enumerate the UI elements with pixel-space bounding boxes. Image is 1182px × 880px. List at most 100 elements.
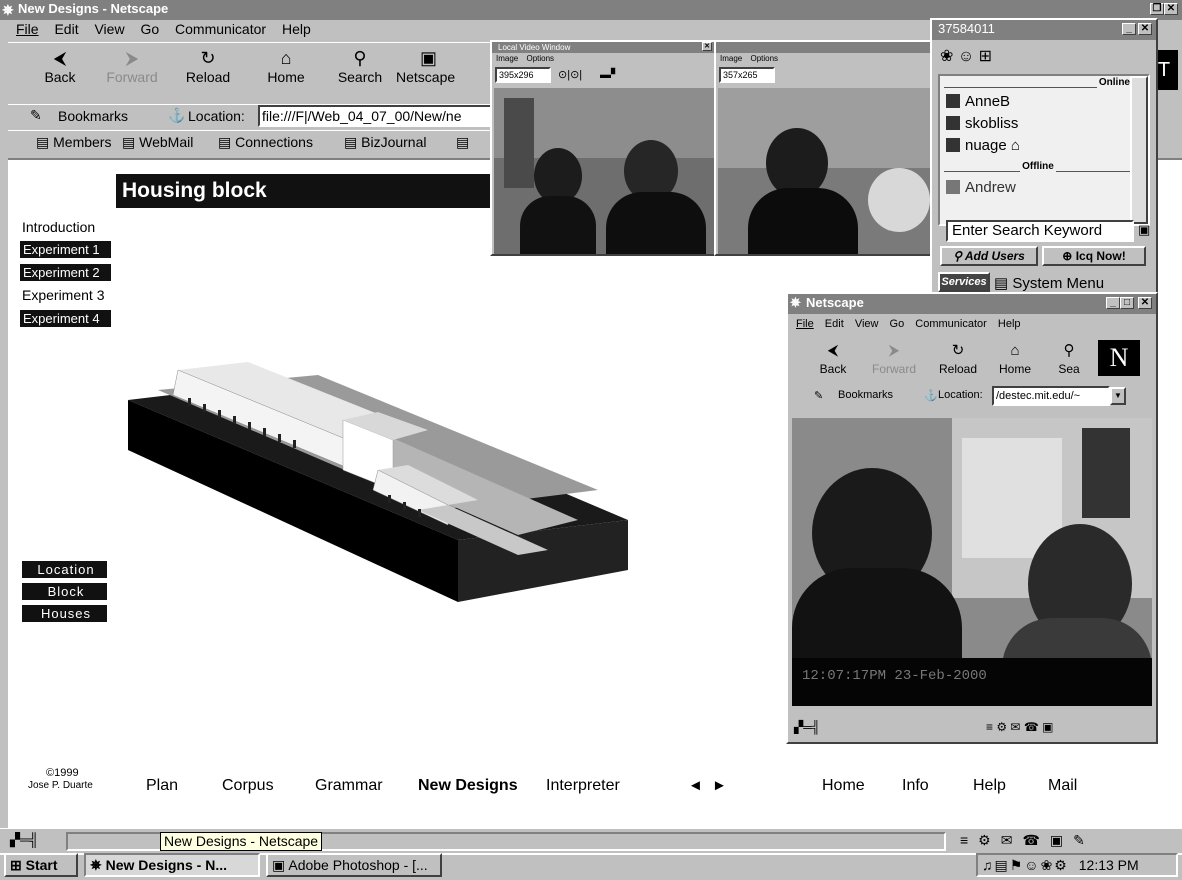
main-close-button[interactable]: ✕	[1164, 3, 1178, 15]
reload-icon: ↻	[200, 48, 216, 68]
main-restore-button[interactable]: ❐	[1150, 3, 1164, 15]
menu-edit[interactable]: Edit	[54, 21, 78, 37]
icq-network-icon[interactable]: ⊞	[979, 48, 992, 65]
icq-contact-andrew[interactable]: Andrew	[946, 178, 1016, 198]
icq-system-menu-button[interactable]: ▤ System Menu	[994, 274, 1104, 292]
home-icon: ⌂	[1010, 342, 1020, 359]
icq-add-users-button[interactable]: ⚲ Add Users	[940, 246, 1038, 266]
menu-communicator[interactable]: Communicator	[175, 21, 266, 37]
second-menu-go[interactable]: Go	[890, 318, 905, 330]
taskbar-item-photoshop[interactable]: ▣ Adobe Photoshop - [...	[266, 853, 442, 877]
sidebar-experiment-3[interactable]: Experiment 3	[22, 287, 104, 303]
more-link-icon[interactable]: ▤	[456, 134, 469, 151]
nav-new-designs[interactable]: New Designs	[418, 777, 518, 795]
members-link[interactable]: ▤ Members	[36, 134, 111, 151]
second-location-input[interactable]: /destec.mit.edu/~	[992, 386, 1110, 406]
sidebar-experiment-1[interactable]: Experiment 1	[20, 241, 111, 258]
search-label: Search	[337, 69, 383, 85]
video-close-button[interactable]: ✕	[702, 42, 712, 51]
netscape-button[interactable]: ▣ Netscape	[396, 49, 482, 85]
second-menu-view[interactable]: View	[855, 318, 879, 330]
icq-flower-icon[interactable]: ❀	[940, 48, 953, 65]
nav-info[interactable]: Info	[902, 777, 929, 795]
bookmarks-icon: ✎	[30, 107, 42, 123]
second-maximize-button[interactable]: □	[1120, 297, 1134, 309]
taskbar-item-netscape[interactable]: ✵ New Designs - N...	[84, 853, 260, 877]
second-close-button[interactable]: ✕	[1138, 297, 1152, 309]
menu-go[interactable]: Go	[140, 21, 159, 37]
sidebar-introduction[interactable]: Introduction	[22, 219, 95, 235]
icq-user-icon[interactable]: ☺	[958, 48, 974, 65]
video-controls-icon[interactable]: ⊙|⊙|	[558, 68, 582, 81]
menu-view[interactable]: View	[94, 21, 124, 37]
home-button[interactable]: ⌂ Home	[254, 49, 318, 85]
menu-help[interactable]: Help	[282, 21, 311, 37]
bookmarks-button[interactable]: Bookmarks	[58, 108, 128, 124]
tray-icons[interactable]: ♫▤⚑☺❀⚙	[982, 857, 1069, 873]
icq-close-button[interactable]: ✕	[1138, 23, 1152, 35]
forward-button[interactable]: ⮞ Forward	[100, 49, 164, 85]
forward-arrow-icon: ⮞	[125, 48, 139, 68]
sidebar-block[interactable]: Block	[22, 583, 107, 600]
webmail-link[interactable]: ▤ WebMail	[122, 134, 193, 151]
reload-icon: ↻	[951, 342, 965, 359]
icq-minimize-button[interactable]: _	[1122, 23, 1136, 35]
security-lock-icon[interactable]: ▞═╣	[10, 832, 38, 848]
search-button[interactable]: ⚲ Search	[328, 49, 392, 85]
nav-mail[interactable]: Mail	[1048, 777, 1077, 795]
sidebar-location[interactable]: Location	[22, 561, 107, 578]
video-camera-icon[interactable]: ▬▘	[600, 68, 619, 81]
second-menu-file[interactable]: File	[796, 318, 814, 330]
start-button[interactable]: ⊞ Start	[4, 853, 78, 877]
sidebar-houses[interactable]: Houses	[22, 605, 107, 622]
second-menu-edit[interactable]: Edit	[825, 318, 844, 330]
bizjournal-link[interactable]: ▤ BizJournal	[344, 134, 427, 151]
location-input[interactable]: file:///F|/Web_04_07_00/New/ne	[258, 105, 498, 127]
icq-contact-nuage[interactable]: nuage ⌂	[946, 136, 1020, 156]
nav-next-arrow-icon[interactable]: ►	[712, 777, 727, 794]
navigation-toolbar: ⮜ Back ⮞ Forward ↻ Reload ⌂ Home ⚲ Searc…	[8, 42, 498, 98]
second-status-icons: ≡ ⚙ ✉ ☎ ▣	[986, 720, 1054, 734]
second-minimize-button[interactable]: _	[1106, 297, 1120, 309]
icq-search-input[interactable]: Enter Search Keyword	[946, 220, 1134, 242]
second-security-icon[interactable]: ▞═╣	[794, 720, 820, 734]
second-reload-button[interactable]: ↻ Reload	[932, 342, 984, 376]
remote-menu-image[interactable]: Image	[720, 54, 742, 63]
video-size-select[interactable]: 395x296	[495, 67, 551, 83]
nav-help[interactable]: Help	[973, 777, 1006, 795]
second-forward-button[interactable]: ⮞ Forward	[866, 342, 922, 376]
icq-contact-skobliss[interactable]: skobliss	[946, 114, 1018, 134]
nav-home[interactable]: Home	[822, 777, 865, 795]
second-menu-help[interactable]: Help	[998, 318, 1021, 330]
remote-size-select[interactable]: 357x265	[719, 67, 775, 83]
icq-search-go-icon[interactable]: ▣	[1138, 222, 1150, 238]
connections-link[interactable]: ▤ Connections	[218, 134, 313, 151]
remote-menu-options[interactable]: Options	[750, 54, 778, 63]
nav-plan[interactable]: Plan	[146, 777, 178, 795]
icq-scrollbar[interactable]	[1130, 76, 1148, 224]
second-bookmarks-button[interactable]: Bookmarks	[838, 389, 893, 401]
back-button[interactable]: ⮜ Back	[28, 49, 92, 85]
nav-corpus[interactable]: Corpus	[222, 777, 274, 795]
sidebar-experiment-4[interactable]: Experiment 4	[20, 310, 111, 327]
video-menu-options[interactable]: Options	[526, 54, 554, 63]
nav-grammar[interactable]: Grammar	[315, 777, 383, 795]
video-menu-image[interactable]: Image	[496, 54, 518, 63]
icq-contact-anneb[interactable]: AnneB	[946, 92, 1010, 112]
person-4	[868, 168, 930, 232]
second-home-button[interactable]: ⌂ Home	[990, 342, 1040, 376]
reload-button[interactable]: ↻ Reload	[176, 49, 240, 85]
nav-prev-arrow-icon[interactable]: ◄	[688, 777, 703, 794]
second-back-button[interactable]: ⮜ Back	[808, 342, 858, 376]
icq-now-button[interactable]: ⊕ Icq Now!	[1042, 246, 1146, 266]
video-window-title: Local Video Window	[498, 43, 571, 52]
menu-file[interactable]: File	[16, 21, 39, 37]
sidebar-experiment-2[interactable]: Experiment 2	[20, 264, 111, 281]
nav-interpreter[interactable]: Interpreter	[546, 777, 620, 795]
second-search-button[interactable]: ⚲ Sea	[1044, 342, 1094, 376]
second-menu-communicator[interactable]: Communicator	[915, 318, 987, 330]
main-status-bar: ▞═╣ New Designs - Netscape ≡⚙✉☎▣✎	[0, 828, 1182, 853]
second-location-label: Location:	[938, 389, 983, 401]
icq-services-button[interactable]: Services	[938, 272, 990, 292]
second-location-dropdown[interactable]: ▼	[1110, 387, 1126, 405]
